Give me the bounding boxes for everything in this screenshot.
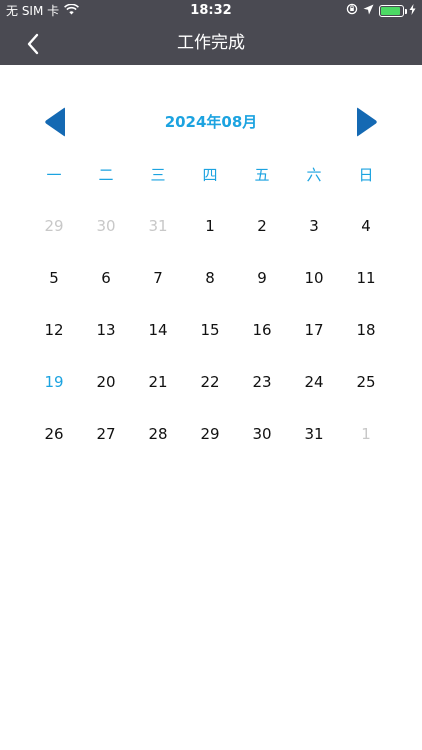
day-cell[interactable]: 26 <box>28 408 80 460</box>
weekday-label: 一 <box>46 166 62 184</box>
calendar-header: 2024年08月 <box>0 100 422 144</box>
day-cell[interactable]: 21 <box>132 356 184 408</box>
weekday-label: 日 <box>358 166 374 184</box>
day-cell[interactable]: 15 <box>184 304 236 356</box>
status-bar: 无 SIM 卡 18:32 <box>0 0 422 22</box>
weekday-label: 四 <box>202 166 218 184</box>
day-cell[interactable]: 29 <box>184 408 236 460</box>
day-cell[interactable]: 25 <box>340 356 392 408</box>
weekday-label: 二 <box>98 166 114 184</box>
back-button[interactable] <box>20 30 48 58</box>
day-cell[interactable]: 27 <box>80 408 132 460</box>
header: 无 SIM 卡 18:32 工作完成 <box>0 0 422 65</box>
triangle-right-icon <box>357 107 377 137</box>
battery-level <box>381 7 400 15</box>
day-cell[interactable]: 22 <box>184 356 236 408</box>
weekday-row: 一二三四五六日 <box>28 160 392 190</box>
day-cell[interactable]: 9 <box>236 252 288 304</box>
day-cell[interactable]: 28 <box>132 408 184 460</box>
day-cell[interactable]: 29 <box>28 200 80 252</box>
day-cell[interactable]: 6 <box>80 252 132 304</box>
day-cell[interactable]: 16 <box>236 304 288 356</box>
day-cell[interactable]: 23 <box>236 356 288 408</box>
day-cell[interactable]: 30 <box>236 408 288 460</box>
day-cell[interactable]: 8 <box>184 252 236 304</box>
day-cell[interactable]: 13 <box>80 304 132 356</box>
day-cell[interactable]: 14 <box>132 304 184 356</box>
day-cell-today[interactable]: 19 <box>28 356 80 408</box>
day-cell[interactable]: 5 <box>28 252 80 304</box>
charging-bolt-icon <box>409 0 416 22</box>
weekday-label: 五 <box>254 166 270 184</box>
chevron-left-icon <box>27 33 39 55</box>
day-cell[interactable]: 10 <box>288 252 340 304</box>
battery-icon <box>379 5 407 17</box>
day-cell[interactable]: 11 <box>340 252 392 304</box>
day-cell[interactable]: 2 <box>236 200 288 252</box>
week-row: 26 27 28 29 30 31 1 <box>28 408 392 460</box>
page-title: 工作完成 <box>177 33 245 53</box>
week-row: 19 20 21 22 23 24 25 <box>28 356 392 408</box>
status-right <box>346 0 416 22</box>
day-cell[interactable]: 4 <box>340 200 392 252</box>
day-cell[interactable]: 1 <box>184 200 236 252</box>
day-cell[interactable]: 24 <box>288 356 340 408</box>
day-cell[interactable]: 17 <box>288 304 340 356</box>
day-cell[interactable]: 31 <box>288 408 340 460</box>
day-cell[interactable]: 1 <box>340 408 392 460</box>
day-cell[interactable]: 31 <box>132 200 184 252</box>
week-row: 12 13 14 15 16 17 18 <box>28 304 392 356</box>
weekday-label: 三 <box>150 166 166 184</box>
calendar-grid: 29 30 31 1 2 3 4 5 6 7 8 9 10 11 12 13 14 15 16 17 18 19 20 21 2… <box>28 200 392 460</box>
week-row: 5 6 7 8 9 10 11 <box>28 252 392 304</box>
location-arrow-icon <box>363 0 374 22</box>
nav-bar: 工作完成 <box>0 22 422 65</box>
day-cell[interactable]: 3 <box>288 200 340 252</box>
week-row: 29 30 31 1 2 3 4 <box>28 200 392 252</box>
next-month-button[interactable] <box>356 106 378 138</box>
day-cell[interactable]: 20 <box>80 356 132 408</box>
orientation-lock-icon <box>346 0 358 22</box>
day-cell[interactable]: 12 <box>28 304 80 356</box>
day-cell[interactable]: 18 <box>340 304 392 356</box>
weekday-label: 六 <box>306 166 322 184</box>
day-cell[interactable]: 30 <box>80 200 132 252</box>
day-cell[interactable]: 7 <box>132 252 184 304</box>
